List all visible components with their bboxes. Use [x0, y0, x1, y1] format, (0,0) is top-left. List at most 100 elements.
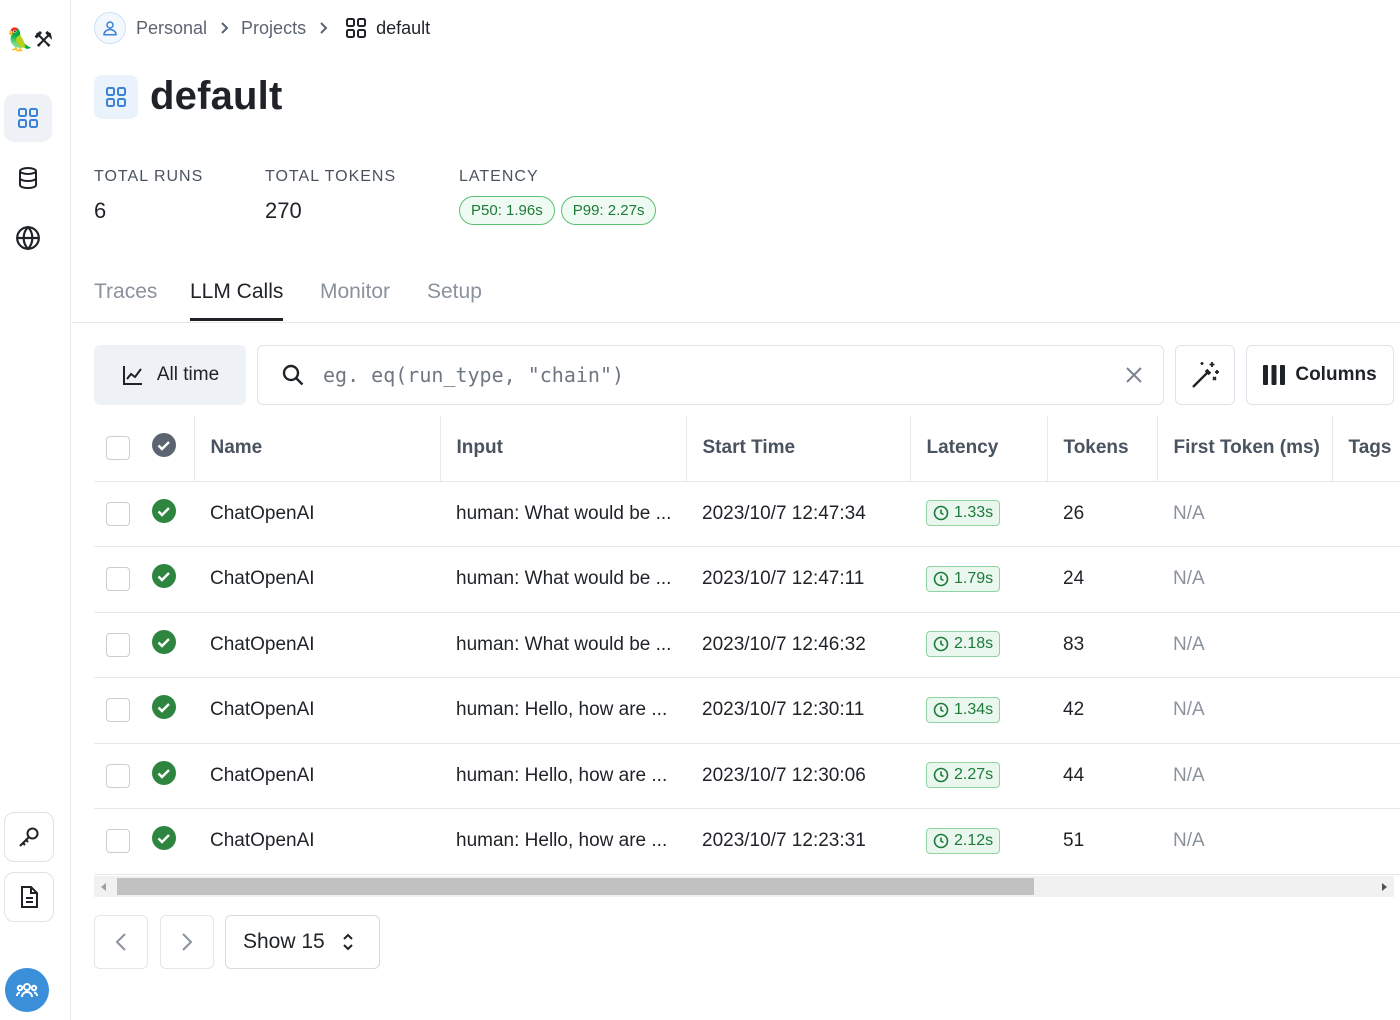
tab-bar: Traces LLM Calls Monitor Setup [72, 280, 1400, 323]
clock-icon [933, 636, 949, 652]
row-checkbox[interactable] [106, 567, 130, 592]
cell-tags [1332, 481, 1400, 547]
row-status-cell [140, 612, 194, 678]
time-range-button[interactable]: All time [94, 345, 246, 405]
cell-tags [1332, 677, 1400, 744]
breadcrumb-projects[interactable]: Projects [241, 18, 306, 39]
success-icon [152, 760, 176, 785]
row-checkbox[interactable] [106, 632, 130, 657]
cell-start-time: 2023/10/7 12:30:11 [686, 677, 910, 744]
time-range-label: All time [156, 364, 220, 385]
search-icon [282, 364, 304, 386]
cell-name[interactable]: ChatOpenAI [194, 481, 440, 547]
scroll-left-icon[interactable] [94, 876, 114, 897]
status-header [140, 416, 194, 482]
stat-latency: LATENCY P50: 1.96s P99: 2.27s [459, 168, 657, 225]
stat-value: 270 [265, 198, 302, 223]
table-row[interactable]: ChatOpenAI human: Hello, how are ... 202… [94, 743, 1400, 809]
latency-badge: 2.12s [926, 827, 1001, 854]
chevron-right-icon [219, 21, 229, 35]
cell-tokens: 83 [1047, 612, 1157, 678]
clock-icon [933, 702, 949, 718]
cell-first-token: N/A [1157, 743, 1332, 809]
row-checkbox[interactable] [106, 698, 130, 723]
table-row[interactable]: ChatOpenAI human: Hello, how are ... 202… [94, 808, 1400, 875]
column-header-latency[interactable]: Latency [909, 416, 1047, 482]
latency-value: 1.79s [954, 569, 994, 587]
column-header-start-time[interactable]: Start Time [685, 416, 910, 482]
cell-name[interactable]: ChatOpenAI [194, 546, 440, 613]
cell-tags [1332, 612, 1400, 678]
cell-name[interactable]: ChatOpenAI [194, 677, 440, 744]
previous-page-button[interactable] [94, 915, 148, 969]
sidebar-item-hub[interactable] [4, 214, 52, 262]
sidebar-item-datasets[interactable] [4, 154, 52, 202]
cell-name[interactable]: ChatOpenAI [194, 743, 440, 809]
scroll-right-icon[interactable] [1374, 876, 1394, 897]
horizontal-scrollbar[interactable] [94, 876, 1394, 897]
success-icon [152, 695, 176, 720]
row-select-cell [94, 743, 140, 809]
page-size-select[interactable]: Show 15 [225, 915, 380, 969]
tab-monitor[interactable]: Monitor [320, 280, 390, 321]
cell-start-time: 2023/10/7 12:47:34 [686, 481, 910, 547]
row-status-cell [140, 677, 194, 744]
column-header-name[interactable]: Name [193, 416, 440, 482]
chevron-right-icon [318, 21, 328, 35]
cell-input: human: What would be ... [440, 481, 686, 547]
row-status-cell [140, 481, 194, 547]
latency-badge: 2.18s [926, 631, 1001, 658]
column-header-tags[interactable]: Tags [1331, 416, 1400, 482]
select-all-checkbox[interactable] [106, 436, 130, 461]
table-row[interactable]: ChatOpenAI human: Hello, how are ... 202… [94, 677, 1400, 744]
next-page-button[interactable] [160, 915, 214, 969]
breadcrumb: Personal Projects default [94, 12, 430, 44]
success-icon [152, 826, 176, 851]
ai-query-button[interactable] [1175, 345, 1235, 405]
organization-icon [16, 983, 38, 998]
cell-input: human: Hello, how are ... [440, 743, 686, 809]
breadcrumb-current[interactable]: default [376, 18, 430, 39]
row-select-cell [94, 677, 140, 744]
sidebar-item-projects[interactable] [4, 94, 52, 142]
cell-tokens: 26 [1047, 481, 1157, 547]
docs-icon [21, 886, 38, 908]
column-header-input[interactable]: Input [439, 416, 686, 482]
cell-name[interactable]: ChatOpenAI [194, 612, 440, 678]
tab-llm-calls[interactable]: LLM Calls [190, 280, 284, 321]
table-row[interactable]: ChatOpenAI human: What would be ... 2023… [94, 481, 1400, 547]
cell-latency: 1.34s [910, 677, 1047, 744]
sidebar-item-docs[interactable] [4, 872, 54, 922]
row-select-cell [94, 546, 140, 613]
row-checkbox[interactable] [106, 829, 130, 854]
row-checkbox[interactable] [106, 763, 130, 788]
row-checkbox[interactable] [106, 501, 130, 526]
clear-icon[interactable] [1125, 366, 1143, 384]
row-status-cell [140, 808, 194, 875]
chevron-right-icon [182, 933, 193, 951]
table-header: Name Input Start Time Latency Tokens Fir… [94, 416, 1400, 482]
sidebar-item-api-keys[interactable] [4, 812, 54, 862]
breadcrumb-personal[interactable]: Personal [136, 18, 207, 39]
user-avatar[interactable] [94, 12, 126, 44]
scrollbar-thumb[interactable] [117, 878, 1034, 895]
table-row[interactable]: ChatOpenAI human: What would be ... 2023… [94, 612, 1400, 678]
stat-total-tokens: TOTAL TOKENS 270 [265, 168, 396, 224]
stat-total-runs: TOTAL RUNS 6 [94, 168, 203, 224]
organization-avatar[interactable] [5, 968, 49, 1012]
cell-name[interactable]: ChatOpenAI [194, 808, 440, 875]
app-logo[interactable]: 🦜⚒ [6, 26, 53, 54]
columns-button[interactable]: Columns [1246, 345, 1394, 405]
clock-icon [933, 833, 949, 849]
column-header-first-token[interactable]: First Token (ms) [1156, 416, 1332, 482]
table-row[interactable]: ChatOpenAI human: What would be ... 2023… [94, 546, 1400, 613]
tab-setup[interactable]: Setup [427, 280, 482, 321]
latency-p99-badge: P99: 2.27s [560, 196, 657, 225]
cell-tags [1332, 546, 1400, 613]
tab-traces[interactable]: Traces [94, 280, 157, 321]
column-header-tokens[interactable]: Tokens [1046, 416, 1157, 482]
search-input[interactable] [321, 346, 1125, 404]
cell-tokens: 24 [1047, 546, 1157, 613]
cell-first-token: N/A [1157, 612, 1332, 678]
cell-start-time: 2023/10/7 12:23:31 [686, 808, 910, 875]
